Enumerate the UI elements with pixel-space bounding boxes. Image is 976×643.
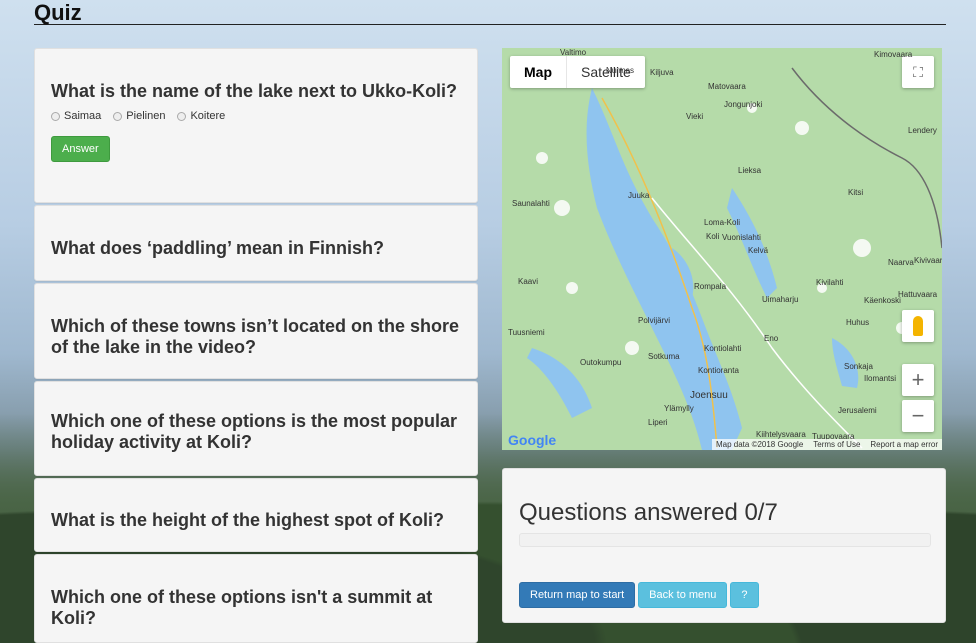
option-label: Pielinen [126,110,166,122]
map-label: Tuusniemi [508,328,545,337]
map-label: Outokumpu [580,358,622,367]
answer-button[interactable]: Answer [51,136,110,162]
google-logo: Google [508,432,557,448]
map-label: Juuka [628,191,650,200]
map-label: Lieksa [738,166,762,175]
map-label: Kivivaara [914,256,942,265]
map-label: Huhus [846,318,870,327]
map-label: Matovaara [708,82,746,91]
option-pielinen[interactable]: Pielinen [113,110,165,122]
map-data-credit: Map data ©2018 Google [715,440,804,449]
question-card-4[interactable]: Which one of these options is the most p… [34,381,478,476]
zoom-out-button[interactable]: − [902,400,934,432]
street-view-button[interactable] [902,310,934,342]
map-label: Vieki [686,112,704,121]
question-card-3[interactable]: Which of these towns isn’t located on th… [34,283,478,379]
tab-map[interactable]: Map [510,56,567,88]
page-title: Quiz [34,0,82,25]
radio-button[interactable] [51,111,60,121]
action-buttons: Return map to start Back to menu ? [519,582,759,608]
map-label: Hattuvaara [898,290,938,299]
map-view[interactable]: Map Satellite ⛶ + − Valtimo Nurmes Kilju… [502,48,942,450]
map-label: Kiljuva [650,68,674,77]
map-label: Jerusalemi [838,406,877,415]
map-label: Kitsi [848,188,864,197]
map-label: Liperi [648,418,668,427]
map-label: Ylämylly [664,404,694,413]
map-label: Kontiolahti [704,344,742,353]
map-label: Saunalahti [512,199,550,208]
question-text: What is the height of the highest spot o… [51,510,444,530]
map-label: Kimovaara [874,50,913,59]
return-map-button[interactable]: Return map to start [519,582,636,608]
map-label: Uimaharju [762,295,799,304]
answer-options: Saimaa Pielinen Koitere [51,110,461,122]
option-label: Koitere [190,110,226,122]
report-map-error-link[interactable]: Report a map error [870,440,938,449]
map-label: Kontioranta [698,366,739,375]
map-label: Kiihtelysvaara [756,430,806,439]
question-text: What does ‘paddling’ mean in Finnish? [51,238,385,258]
help-button[interactable]: ? [730,582,759,608]
map-label: Kaavi [518,277,539,286]
question-card-1: What is the name of the lake next to Ukk… [34,48,478,203]
question-card-5[interactable]: What is the height of the highest spot o… [34,478,478,552]
progress-bar [519,533,931,547]
terms-of-use-link[interactable]: Terms of Use [813,440,860,449]
question-card-6[interactable]: Which one of these options isn't a summi… [34,554,478,643]
question-text: Which one of these options isn't a summi… [51,587,433,628]
map-label: Kelvä [748,246,769,255]
map-label: Naarva [888,258,914,267]
question-card-2[interactable]: What does ‘paddling’ mean in Finnish? [34,205,478,281]
pegman-icon [913,316,923,336]
minus-icon: − [911,403,925,428]
map-label: Valtimo [560,48,587,57]
option-label: Saimaa [64,110,102,122]
radio-button[interactable] [113,111,123,121]
map-label: Sotkuma [648,352,680,361]
map-label: Nurmes [606,66,635,75]
map-label: Lendery [908,126,937,135]
map-label: Koli [706,232,720,241]
option-koitere[interactable]: Koitere [177,110,225,122]
map-footer: Map data ©2018 Google Terms of Use Repor… [711,439,942,450]
map-label: Kivilahti [816,278,844,287]
radio-button[interactable] [177,111,187,121]
map-label: Ilomantsi [864,374,897,383]
map-label: Jongunjoki [724,100,763,109]
questions-answered-heading: Questions answered 0/7 [519,499,778,526]
map-label: Loma-Koli [704,218,741,227]
page-header: Quiz [34,0,946,25]
question-text: What is the name of the lake next to Ukk… [51,81,458,101]
map-label: Sonkaja [844,362,873,371]
map-label: Käenkoski [864,296,901,305]
status-panel: Questions answered 0/7 Return map to sta… [502,468,946,623]
map-label: Polvijärvi [638,316,671,325]
map-label: Eno [764,334,779,343]
question-text: Which of these towns isn’t located on th… [51,316,460,357]
zoom-in-button[interactable]: + [902,364,934,396]
plus-icon: + [911,367,925,392]
map-label: Rompala [694,282,727,291]
map-label: Vuonislahti [722,233,761,242]
option-saimaa[interactable]: Saimaa [51,110,101,122]
question-text: Which one of these options is the most p… [51,411,458,452]
fullscreen-icon: ⛶ [913,63,923,80]
back-to-menu-button[interactable]: Back to menu [638,582,728,608]
fullscreen-button[interactable]: ⛶ [902,56,934,88]
map-label: Joensuu [690,390,728,401]
